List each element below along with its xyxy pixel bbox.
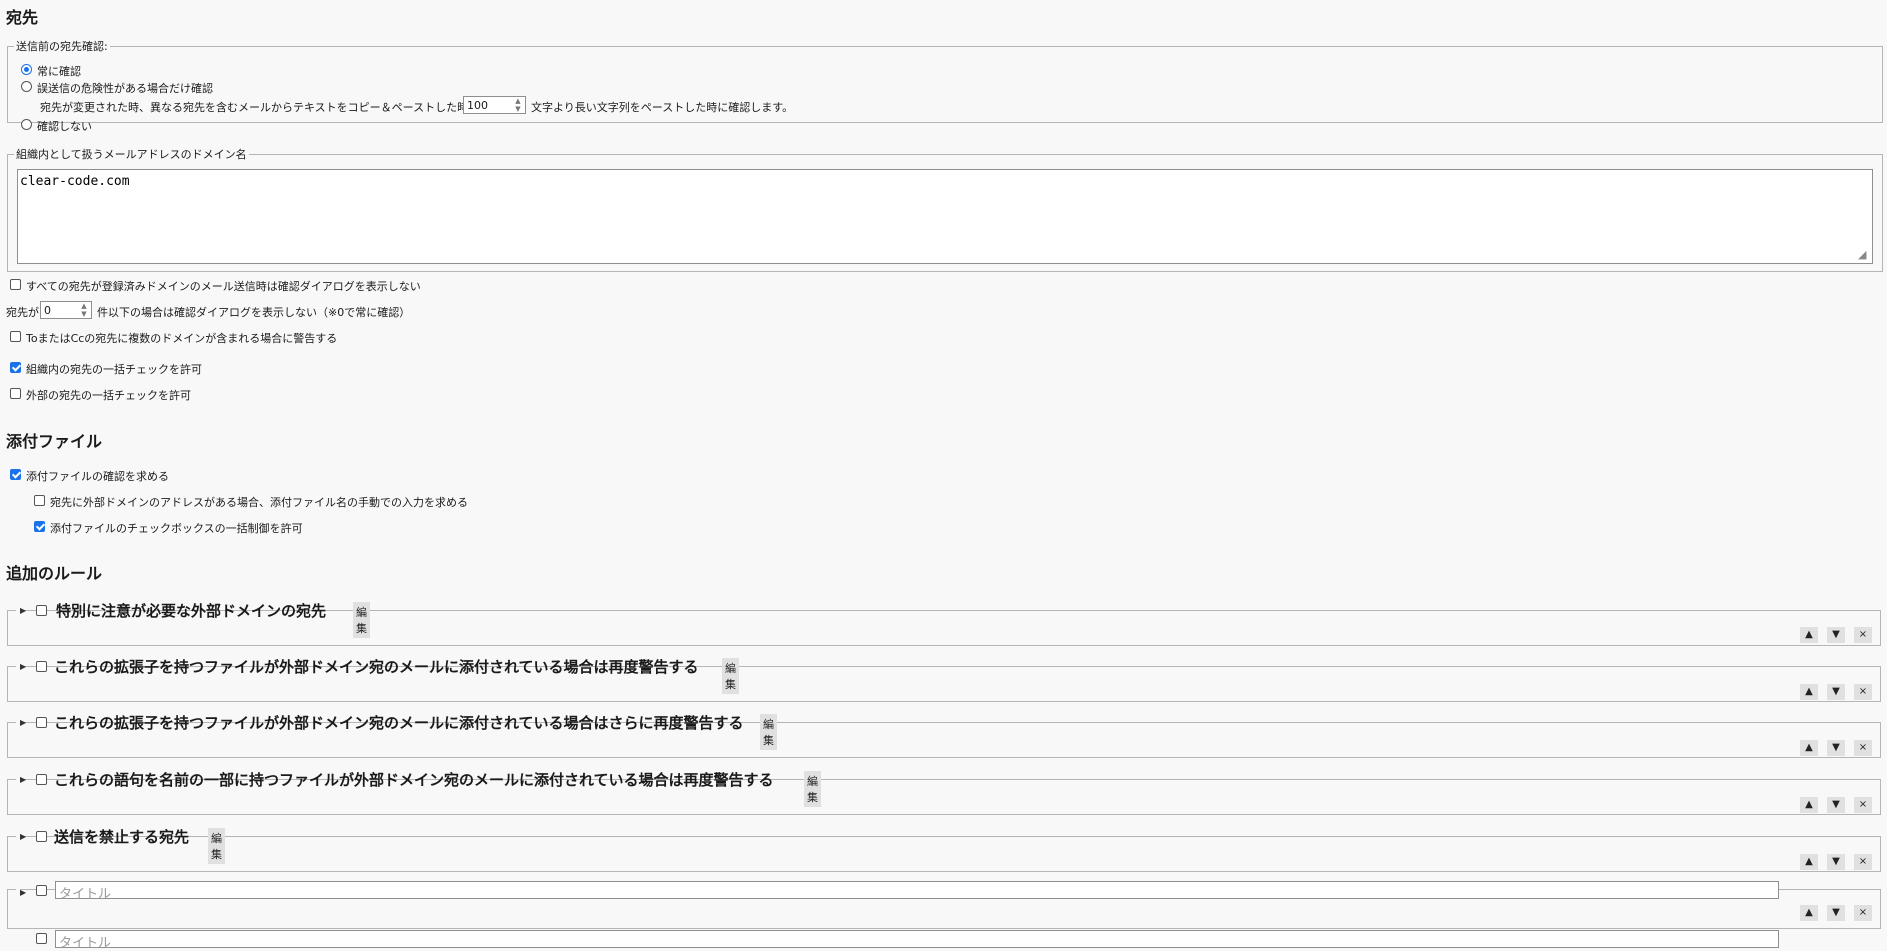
rule-enable-checkbox[interactable] [36, 774, 47, 785]
paste-threshold-value: 100 [467, 99, 488, 112]
stepper-arrows-icon[interactable]: ▲ ▼ [79, 302, 89, 318]
rule-move-down-button[interactable]: ▼ [1827, 740, 1845, 756]
rule-title: これらの拡張子を持つファイルが外部ドメイン宛のメールに添付されている場合はさらに… [54, 714, 744, 732]
allow-bulk-external-label: 外部の宛先の一括チェックを許可 [26, 389, 191, 402]
rule-remove-button[interactable]: × [1854, 854, 1872, 870]
allow-bulk-internal-checkbox[interactable] [10, 362, 21, 373]
radio-always-confirm-label: 常に確認 [37, 65, 81, 78]
warn-multiple-domains-label: ToまたはCcの宛先に複数のドメインが含まれる場合に警告する [26, 332, 338, 345]
rule-header: ▶ これらの語句を名前の一部に持つファイルが外部ドメイン宛のメールに添付されてい… [16, 769, 821, 807]
section-heading-rules: 追加のルール [6, 564, 103, 583]
confirm-before-send-legend: 送信前の宛先確認: [16, 40, 108, 53]
rule-title: 特別に注意が必要な外部ドメインの宛先 [56, 602, 327, 620]
rule-remove-button[interactable]: × [1854, 627, 1872, 643]
resize-grip-icon[interactable]: ◢ [1858, 248, 1866, 261]
rule-enable-checkbox[interactable] [36, 885, 47, 896]
rule-move-up-button[interactable]: ▲ [1800, 905, 1818, 921]
rule-enable-checkbox[interactable] [36, 831, 47, 842]
radio-never-confirm-label: 確認しない [37, 120, 92, 133]
min-recipients-prefix: 宛先が [6, 306, 39, 319]
internal-domains-field[interactable] [17, 169, 1873, 264]
paste-note-before: 宛先が変更された時、異なる宛先を含むメールからテキストをコピー＆ペーストした時、… [40, 101, 513, 114]
rule-move-up-button[interactable]: ▲ [1800, 740, 1818, 756]
rule-item [7, 836, 1881, 872]
rule-header: ▶ これらの拡張子を持つファイルが外部ドメイン宛のメールに添付されている場合は再… [16, 656, 739, 694]
rule-enable-checkbox[interactable] [36, 933, 47, 944]
rule-title: これらの拡張子を持つファイルが外部ドメイン宛のメールに添付されている場合は再度警… [54, 658, 699, 676]
min-recipients-suffix: 件以下の場合は確認ダイアログを表示しない（※0で常に確認） [97, 306, 411, 319]
rule-title: これらの語句を名前の一部に持つファイルが外部ドメイン宛のメールに添付されている場… [54, 771, 774, 789]
rule-title: 送信を禁止する宛先 [54, 828, 190, 846]
internal-domains-legend: 組織内として扱うメールアドレスのドメイン名 [16, 148, 247, 161]
radio-always-confirm[interactable] [21, 64, 32, 75]
rule-move-up-button[interactable]: ▲ [1800, 684, 1818, 700]
radio-confirm-risky-only[interactable] [21, 81, 32, 92]
expand-triangle-icon[interactable]: ▶ [20, 718, 26, 727]
radio-confirm-risky-only-label: 誤送信の危険性がある場合だけ確認 [37, 82, 213, 95]
paste-note-after: 文字より長い文字列をペーストした時に確認します。 [531, 101, 794, 114]
rule-header: ▶ これらの拡張子を持つファイルが外部ドメイン宛のメールに添付されている場合はさ… [16, 712, 777, 750]
rule-move-down-button[interactable]: ▼ [1827, 905, 1845, 921]
rule-title-input[interactable]: タイトル [55, 881, 1779, 901]
min-recipients-stepper[interactable]: 0 ▲ ▼ [40, 301, 92, 319]
rule-header: ▶ 特別に注意が必要な外部ドメインの宛先 編集 [16, 600, 370, 638]
rule-edit-button[interactable]: 編集 [353, 602, 370, 638]
skip-if-all-internal-checkbox[interactable] [10, 279, 21, 290]
rule-move-up-button[interactable]: ▲ [1800, 854, 1818, 870]
rule-remove-button[interactable]: × [1854, 740, 1872, 756]
rule-enable-checkbox[interactable] [36, 661, 47, 672]
rule-title-input[interactable]: タイトル [55, 930, 1779, 950]
section-heading-recipients: 宛先 [6, 8, 39, 27]
expand-triangle-icon[interactable]: ▶ [20, 888, 26, 897]
allow-bulk-internal-label: 組織内の宛先の一括チェックを許可 [26, 363, 202, 376]
rule-enable-checkbox[interactable] [36, 717, 47, 728]
rule-edit-button[interactable]: 編集 [804, 771, 821, 807]
rule-move-down-button[interactable]: ▼ [1827, 854, 1845, 870]
rule-header: ▶ [16, 880, 47, 900]
require-attachment-confirm-label: 添付ファイルの確認を求める [26, 470, 169, 483]
skip-if-all-internal-label: すべての宛先が登録済みドメインのメール送信時は確認ダイアログを表示しない [26, 280, 421, 293]
require-attachment-confirm-checkbox[interactable] [10, 469, 21, 480]
rule-header: ▶ 送信を禁止する宛先 編集 [16, 826, 225, 864]
require-manual-name-checkbox[interactable] [34, 495, 45, 506]
radio-never-confirm[interactable] [21, 119, 32, 130]
require-manual-name-label: 宛先に外部ドメインのアドレスがある場合、添付ファイル名の手動での入力を求める [50, 496, 468, 509]
rule-enable-checkbox[interactable] [36, 605, 47, 616]
expand-triangle-icon[interactable]: ▶ [20, 832, 26, 841]
allow-bulk-external-checkbox[interactable] [10, 388, 21, 399]
rule-move-down-button[interactable]: ▼ [1827, 684, 1845, 700]
expand-triangle-icon[interactable]: ▶ [20, 606, 26, 615]
rule-move-up-button[interactable]: ▲ [1800, 797, 1818, 813]
rule-move-down-button[interactable]: ▼ [1827, 627, 1845, 643]
rule-remove-button[interactable]: × [1854, 797, 1872, 813]
paste-threshold-stepper[interactable]: 100 ▲ ▼ [463, 96, 526, 114]
stepper-arrows-icon[interactable]: ▲ ▼ [513, 97, 523, 113]
allow-bulk-attachment-control-checkbox[interactable] [34, 521, 45, 532]
rule-move-up-button[interactable]: ▲ [1800, 627, 1818, 643]
warn-multiple-domains-checkbox[interactable] [10, 331, 21, 342]
expand-triangle-icon[interactable]: ▶ [20, 662, 26, 671]
rule-edit-button[interactable]: 編集 [722, 658, 739, 694]
rule-edit-button[interactable]: 編集 [208, 828, 225, 864]
rule-edit-button[interactable]: 編集 [760, 714, 777, 750]
allow-bulk-attachment-control-label: 添付ファイルのチェックボックスの一括制御を許可 [50, 522, 303, 535]
rule-remove-button[interactable]: × [1854, 684, 1872, 700]
section-heading-attachments: 添付ファイル [6, 432, 103, 451]
min-recipients-value: 0 [44, 304, 51, 317]
rule-remove-button[interactable]: × [1854, 905, 1872, 921]
rule-move-down-button[interactable]: ▼ [1827, 797, 1845, 813]
expand-triangle-icon[interactable]: ▶ [20, 775, 26, 784]
